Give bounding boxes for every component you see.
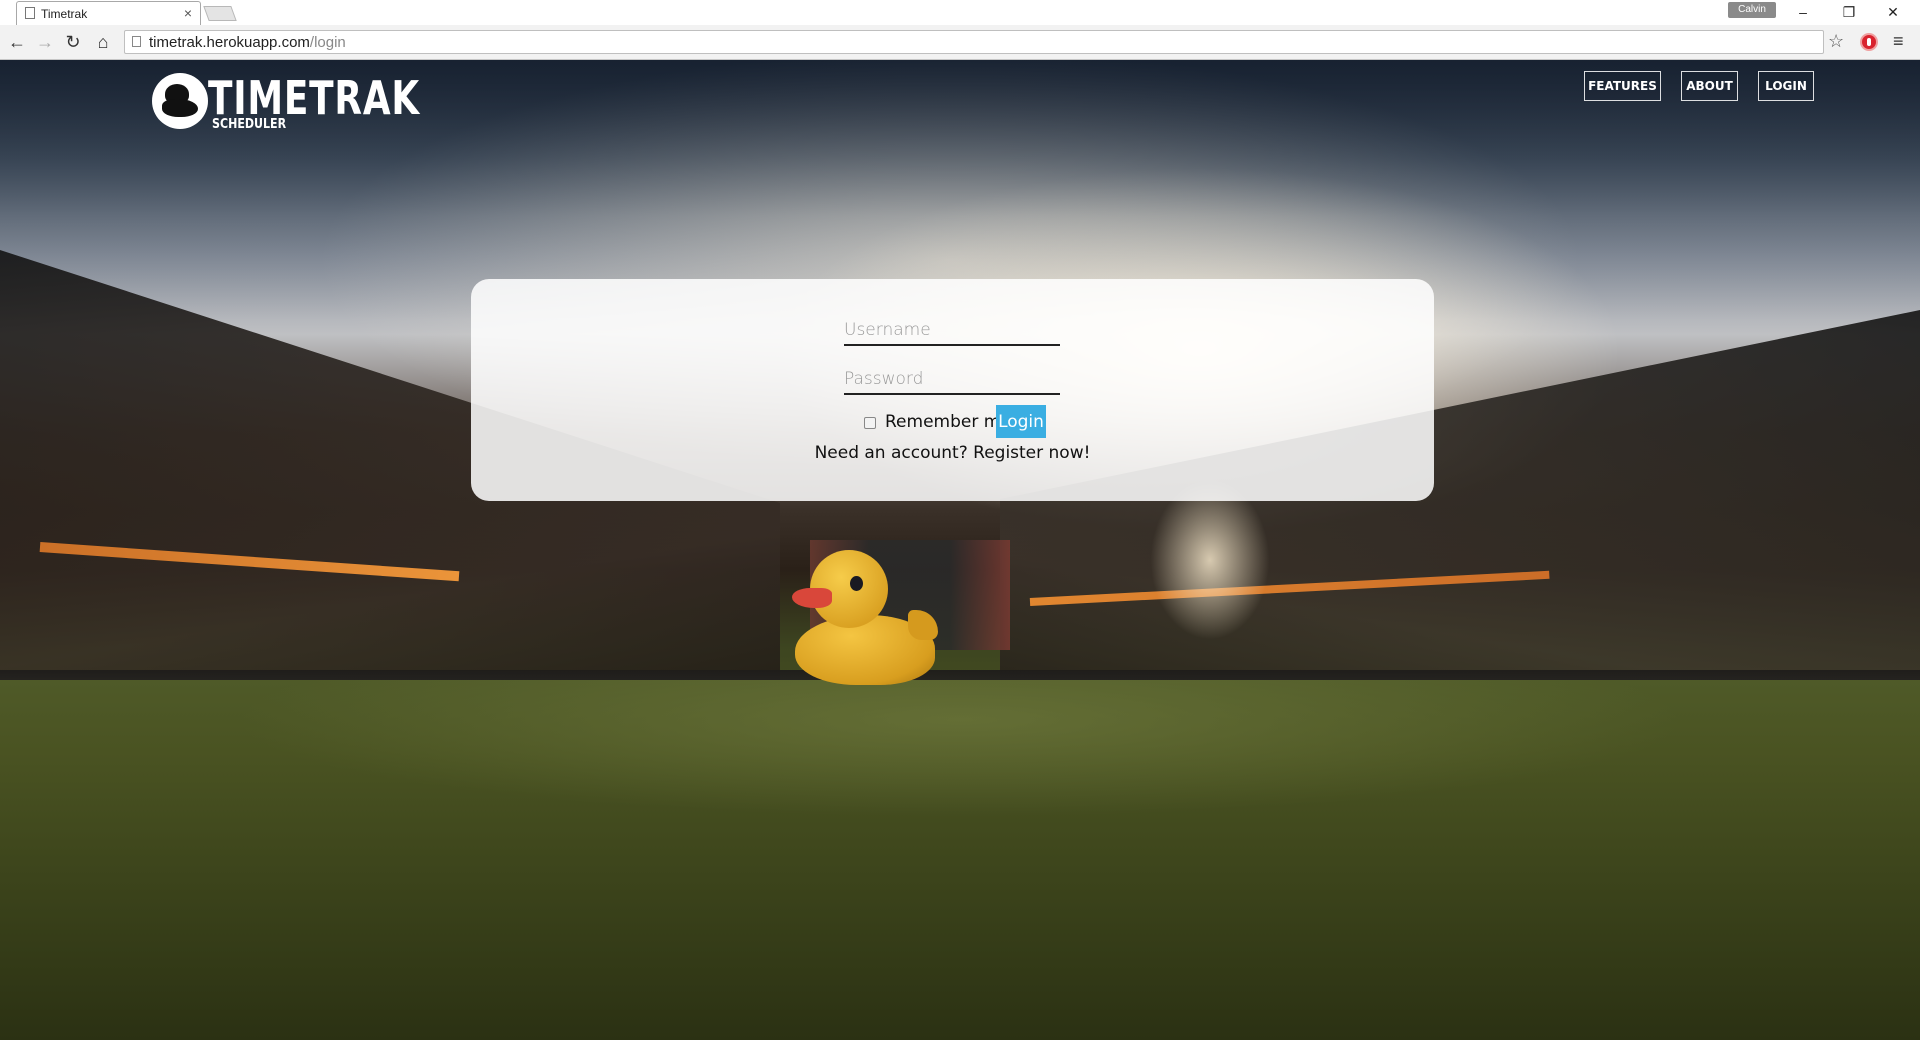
forward-icon[interactable]: → (34, 31, 56, 53)
restore-button[interactable]: ❐ (1834, 2, 1864, 22)
new-tab-button[interactable] (203, 6, 237, 21)
back-icon[interactable]: ← (6, 31, 28, 53)
nav-about[interactable]: ABOUT (1681, 71, 1738, 101)
extension-icon[interactable] (1860, 33, 1878, 51)
nav-login[interactable]: LOGIN (1758, 71, 1814, 101)
remember-me-label[interactable]: Remember me (885, 412, 1011, 432)
close-window-button[interactable]: ✕ (1878, 2, 1908, 22)
login-card: Remember me Login Need an account? Regis… (471, 279, 1434, 501)
minimize-button[interactable]: – (1788, 2, 1818, 22)
password-input[interactable] (844, 365, 1060, 395)
page-icon (132, 36, 141, 47)
bookmark-star-icon[interactable]: ☆ (1828, 31, 1844, 52)
address-bar[interactable]: timetrak.herokuapp.com/login (124, 30, 1824, 54)
browser-toolbar: ← → ↻ ⌂ timetrak.herokuapp.com/login ☆ ≡ (0, 25, 1920, 60)
duck-logo-icon (152, 73, 208, 129)
login-button[interactable]: Login (996, 405, 1046, 438)
profile-badge[interactable]: Calvin (1728, 2, 1776, 18)
page-background: TIMETRAK SCHEDULER FEATURES ABOUT LOGIN … (0, 60, 1920, 1040)
tab-close-icon[interactable]: × (184, 5, 192, 21)
url-text: timetrak.herokuapp.com/login (149, 34, 346, 51)
username-input[interactable] (844, 316, 1060, 346)
sun-glow (1150, 480, 1270, 640)
register-link[interactable]: Need an account? Register now! (471, 443, 1434, 463)
browser-menu-icon[interactable]: ≡ (1893, 31, 1904, 52)
tab-title: Timetrak (41, 7, 88, 21)
home-icon[interactable]: ⌂ (92, 31, 114, 53)
grass-field (0, 680, 1920, 1040)
rubber-duck-image (790, 550, 940, 685)
site-logo[interactable]: TIMETRAK SCHEDULER (152, 71, 419, 133)
reload-icon[interactable]: ↻ (62, 31, 84, 53)
browser-tab[interactable]: Timetrak × (16, 1, 201, 25)
nav-features[interactable]: FEATURES (1584, 71, 1661, 101)
remember-me-checkbox[interactable] (864, 417, 876, 429)
page-icon (25, 7, 35, 19)
browser-tab-bar: Timetrak × Calvin – ❐ ✕ (0, 0, 1920, 25)
logo-subtext: SCHEDULER (212, 117, 287, 132)
